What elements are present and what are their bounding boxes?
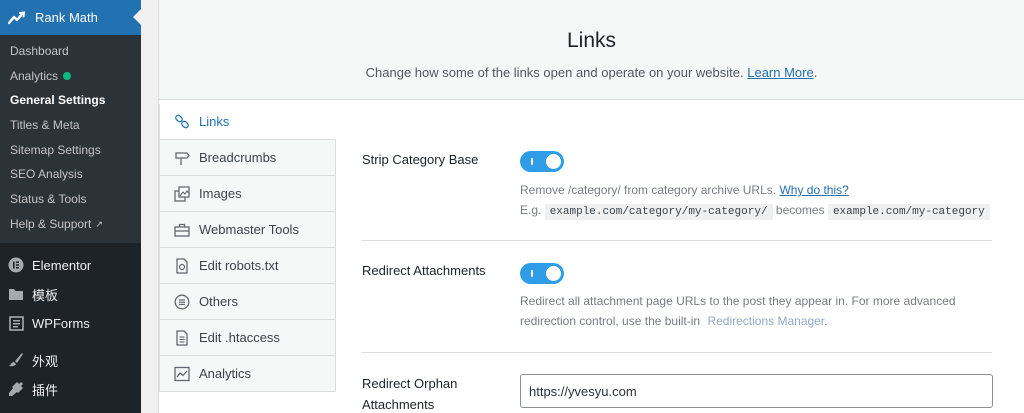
current-menu-arrow	[133, 9, 141, 25]
elementor-icon	[8, 257, 24, 273]
link-icon	[173, 113, 191, 131]
submenu-general-settings[interactable]: General Settings	[0, 88, 141, 113]
subtitle-period: .	[813, 65, 818, 80]
field-label-redirect-orphan: Redirect Orphan Attachments	[362, 376, 458, 412]
menu-label: 外观	[32, 353, 59, 369]
example-url-after: example.com/my-category	[827, 204, 990, 220]
tab-edit-htaccess[interactable]: Edit .htaccess	[159, 320, 336, 356]
robots-file-icon	[173, 257, 191, 275]
menu-label: WPForms	[32, 315, 90, 331]
menu-templates[interactable]: 模板	[0, 280, 141, 309]
chart-line-icon	[173, 365, 191, 383]
menu-label: Elementor	[32, 257, 92, 273]
external-link-icon: ↗	[95, 218, 103, 229]
becomes-text: becomes	[775, 203, 825, 217]
submenu-label: SEO Analysis	[10, 167, 83, 182]
submenu-sitemap-settings[interactable]: Sitemap Settings	[0, 138, 141, 163]
paintbrush-icon	[8, 352, 24, 368]
page-subtitle: Change how some of the links open and op…	[159, 65, 1024, 80]
rank-math-menu[interactable]: Rank Math	[0, 0, 141, 35]
settings-content: Strip Category Base Remove /category/ fr…	[362, 138, 993, 412]
desc-text: Remove /category/ from category archive …	[520, 183, 777, 197]
submenu-label: Sitemap Settings	[10, 142, 101, 157]
menu-label: 插件	[32, 382, 59, 398]
submenu-label: Analytics	[10, 68, 59, 83]
submenu-label: Status & Tools	[10, 192, 87, 207]
rank-math-submenu: Dashboard Analytics General Settings Tit…	[0, 35, 141, 243]
strip-category-toggle[interactable]	[520, 151, 564, 172]
redirect-attachments-toggle[interactable]	[520, 263, 564, 284]
redirect-orphan-url-input[interactable]	[520, 374, 993, 408]
field-redirect-attachments: Redirect Attachments Redirect all attach…	[362, 241, 992, 353]
tab-label: Others	[199, 294, 239, 309]
desc-line-1: Redirect all attachment page URLs to the…	[520, 294, 956, 308]
tab-others[interactable]: Others	[159, 284, 336, 320]
rank-math-label: Rank Math	[35, 10, 98, 25]
field-strip-category-base: Strip Category Base Remove /category/ fr…	[362, 138, 992, 241]
tab-webmaster-tools[interactable]: Webmaster Tools	[159, 212, 336, 248]
submenu-label: Dashboard	[10, 44, 69, 58]
tab-label: Edit robots.txt	[199, 258, 279, 273]
tab-label: Analytics	[199, 366, 252, 381]
page-title: Links	[566, 29, 617, 52]
submenu-titles-meta[interactable]: Titles & Meta	[0, 113, 141, 138]
toolbox-icon	[173, 221, 191, 239]
rank-math-icon	[7, 10, 28, 25]
field-label: Redirect Attachments	[362, 263, 486, 278]
field-description: Remove /category/ from category archive …	[520, 180, 990, 222]
tab-label: Links	[199, 114, 230, 129]
tab-analytics[interactable]: Analytics	[159, 356, 336, 392]
field-label: Strip Category Base	[362, 152, 479, 167]
settings-tabs: Links Breadcrumbs Images Webmaster Tools…	[159, 104, 336, 392]
submenu-label: Titles & Meta	[10, 118, 80, 133]
menu-plugins[interactable]: 插件	[0, 375, 141, 404]
submenu-label: Help & Support	[10, 216, 92, 231]
tab-images[interactable]: Images	[159, 176, 336, 212]
subtitle-text: Change how some of the links open and op…	[365, 65, 744, 80]
settings-panel: Links Change how some of the links open …	[158, 0, 1024, 413]
admin-sidebar: Rank Math Dashboard Analytics General Se…	[0, 0, 141, 413]
submenu-seo-analysis[interactable]: SEO Analysis	[0, 162, 141, 187]
desc-line-2: redirection control, use the built-in	[520, 314, 701, 328]
tab-label: Breadcrumbs	[199, 150, 277, 165]
menu-elementor[interactable]: Elementor	[0, 251, 141, 280]
redirections-manager-link[interactable]: Redirections Manager	[707, 314, 824, 328]
menu-appearance[interactable]: 外观	[0, 346, 141, 375]
submenu-status-tools[interactable]: Status & Tools	[0, 187, 141, 212]
submenu-dashboard[interactable]: Dashboard	[0, 39, 141, 64]
menu-label: 模板	[32, 287, 59, 303]
tab-links[interactable]: Links	[159, 104, 336, 140]
file-text-icon	[173, 329, 191, 347]
tab-label: Edit .htaccess	[199, 330, 280, 345]
why-do-this-link[interactable]: Why do this?	[779, 183, 848, 197]
tab-edit-robots[interactable]: Edit robots.txt	[159, 248, 336, 284]
submenu-label: General Settings	[10, 93, 106, 108]
menu-wpforms[interactable]: WPForms	[0, 309, 141, 338]
tab-label: Webmaster Tools	[199, 222, 299, 237]
tab-label: Images	[199, 186, 242, 201]
panel-header: Links Change how some of the links open …	[159, 0, 1024, 100]
plugin-icon	[8, 381, 24, 397]
eg-text: E.g.	[520, 203, 542, 217]
folder-icon	[8, 286, 24, 302]
signpost-icon	[173, 149, 191, 167]
submenu-analytics[interactable]: Analytics	[0, 64, 141, 89]
tab-breadcrumbs[interactable]: Breadcrumbs	[159, 140, 336, 176]
example-url-before: example.com/category/my-category/	[544, 204, 773, 220]
submenu-help-support[interactable]: Help & Support ↗	[0, 212, 141, 237]
learn-more-link[interactable]: Learn More	[747, 65, 813, 80]
status-dot	[63, 72, 72, 81]
images-icon	[173, 185, 191, 203]
desc-period: .	[824, 314, 828, 328]
list-circle-icon	[173, 293, 191, 311]
field-description: Redirect all attachment page URLs to the…	[520, 291, 990, 331]
admin-menu: Elementor 模板 WPForms 外观 插件	[0, 243, 141, 404]
wpforms-icon	[8, 315, 24, 331]
